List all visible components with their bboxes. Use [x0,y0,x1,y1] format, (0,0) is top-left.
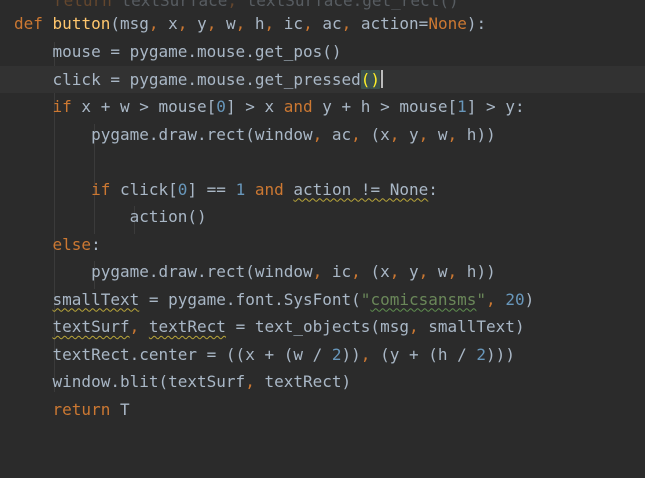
inspection-warning[interactable]: smallText [53,290,140,309]
spelling-warning[interactable]: comicsansms [370,290,476,309]
inspection-warning[interactable]: action != None [293,180,428,199]
code-line[interactable]: pygame.draw.rect(window, ic, (x, y, w, h… [0,258,645,286]
matched-parenthesis: ) [370,69,381,89]
current-code-line[interactable]: click = pygame.mouse.get_pressed() [0,65,645,94]
code-line[interactable]: pygame.draw.rect(window, ac, (x, y, w, h… [0,121,645,149]
inspection-warning[interactable]: textRect [149,317,226,336]
code-text: smallText = pygame.font.SysFont("comicsa… [52,289,535,309]
code-text: window.blit(textSurf, textRect) [14,372,352,391]
code-line[interactable]: action() [0,203,645,231]
code-line[interactable]: return T [0,396,645,424]
code-text: else: [52,234,101,254]
code-editor[interactable]: return textSurface, textSurface.get_rect… [0,0,645,419]
code-line[interactable]: if click[0] == 1 and action != None: [0,176,645,204]
matched-parenthesis: ( [360,69,371,89]
code-text: if x + w > mouse[0] > x and y + h > mous… [52,97,525,116]
text-caret [381,69,384,88]
code-line[interactable]: textSurf, textRect = text_objects(msg, s… [0,313,645,341]
code-text: textRect.center = ((x + (w / 2)), (y + (… [14,344,515,364]
inspection-warning[interactable]: textSurf [53,317,130,336]
code-text: return T [52,399,130,419]
code-line[interactable] [0,148,645,176]
code-text: action() [14,207,207,226]
code-line[interactable]: if x + w > mouse[0] > x and y + h > mous… [0,93,645,121]
code-line[interactable]: mouse = pygame.mouse.get_pos() [0,38,645,66]
code-text: click = pygame.mouse.get_pressed() [14,66,384,94]
code-text: textSurf, textRect = text_objects(msg, s… [52,317,525,336]
code-line[interactable]: textRect.center = ((x + (w / 2)), (y + (… [0,341,645,369]
code-line[interactable]: def button(msg, x, y, w, h, ic, ac, acti… [0,10,645,38]
code-text: if click[0] == 1 and action != None: [91,179,438,199]
code-line[interactable]: else: [0,231,645,259]
code-text: pygame.draw.rect(window, ac, (x, y, w, h… [14,124,496,144]
code-line[interactable]: window.blit(textSurf, textRect) [0,368,645,396]
code-line[interactable]: smallText = pygame.font.SysFont("comicsa… [0,286,645,314]
code-text: pygame.draw.rect(window, ic, (x, y, w, h… [14,262,496,281]
code-text: def button(msg, x, y, w, h, ic, ac, acti… [14,14,487,33]
code-text: mouse = pygame.mouse.get_pos() [14,42,342,61]
